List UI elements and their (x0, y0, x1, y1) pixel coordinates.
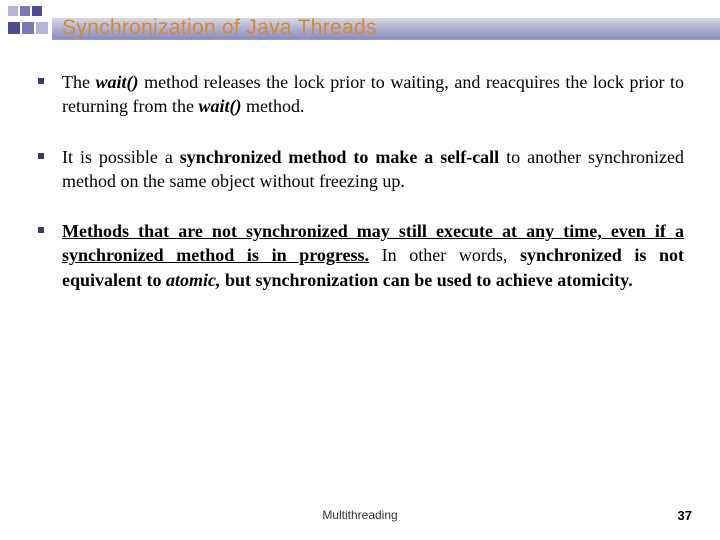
square-icon (20, 6, 30, 16)
text: The (62, 72, 96, 92)
bold-italic-text: atomic, (166, 270, 221, 290)
code-term: wait() (96, 72, 139, 92)
text: method. (241, 96, 304, 116)
footer-title: Multithreading (322, 508, 397, 522)
square-icon (22, 22, 34, 34)
text: method releases the lock prior to waitin… (62, 72, 684, 116)
bold-text: synchronized method to make a self-call (180, 147, 499, 167)
slide-header: Synchronization of Java Threads (0, 0, 720, 44)
square-icon (32, 6, 42, 16)
square-icon (8, 6, 18, 16)
bold-text: but synchronization can be used to achie… (221, 270, 633, 290)
bullet-item: It is possible a synchronized method to … (36, 145, 684, 194)
bullet-item: Methods that are not synchronized may st… (36, 219, 684, 292)
decoration-squares-top (8, 6, 42, 16)
page-number: 37 (678, 508, 692, 523)
square-icon (36, 22, 48, 34)
text: In other words, (369, 245, 520, 265)
text: It is possible a (62, 147, 180, 167)
square-icon (8, 22, 20, 34)
slide-content: The wait() method releases the lock prio… (36, 70, 684, 318)
decoration-squares-title (8, 22, 48, 34)
bullet-list: The wait() method releases the lock prio… (36, 70, 684, 292)
slide-title: Synchronization of Java Threads (62, 16, 377, 40)
slide-footer: Multithreading 37 (0, 508, 720, 528)
code-term: wait() (198, 96, 241, 116)
bullet-item: The wait() method releases the lock prio… (36, 70, 684, 119)
